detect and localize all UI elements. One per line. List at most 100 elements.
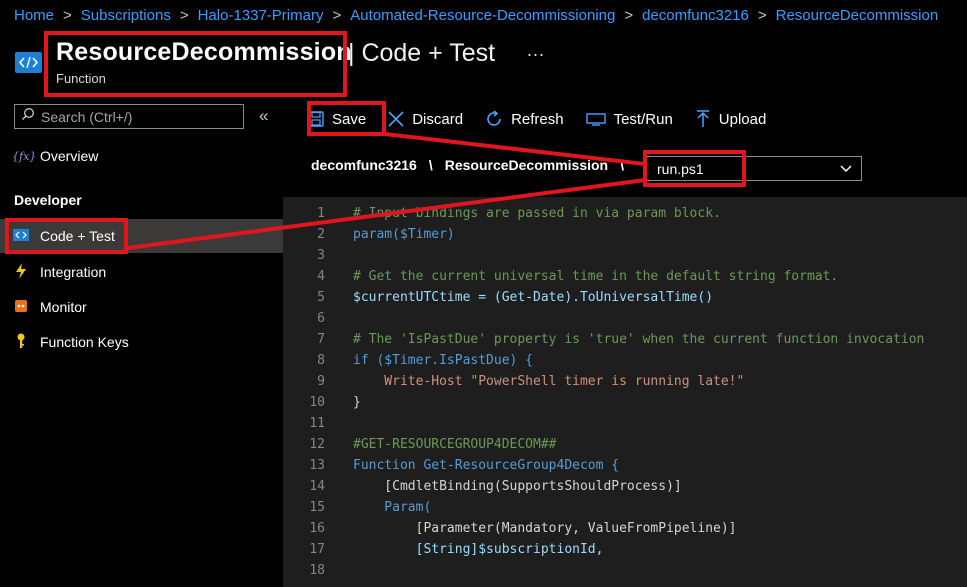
code-text: [CmdletBinding(SupportsShouldProcess)]: [353, 479, 682, 494]
discard-button[interactable]: Discard: [388, 111, 463, 128]
page-title: ResourceDecommission: [56, 38, 352, 66]
path-separator: \: [428, 157, 433, 173]
test-run-label: Test/Run: [613, 110, 673, 128]
line-number: 5: [317, 290, 325, 305]
refresh-button[interactable]: Refresh: [485, 110, 564, 128]
line-number: 17: [309, 542, 325, 557]
code-line: 14 [CmdletBinding(SupportsShouldProcess)…: [283, 476, 967, 497]
test-run-button[interactable]: Test/Run: [585, 110, 673, 128]
search-input[interactable]: [35, 108, 231, 125]
code-text: # Input bindings are passed in via param…: [353, 206, 721, 221]
code-text: [Parameter(Mandatory, ValueFromPipeline)…: [353, 521, 737, 536]
breadcrumb-separator: >: [63, 7, 72, 24]
line-number: 8: [317, 353, 325, 368]
code-text: param($Timer): [353, 227, 455, 242]
function-fx-icon: {fx}: [12, 149, 37, 163]
breadcrumb-resource-group[interactable]: Automated-Resource-Decommissioning: [350, 7, 615, 24]
close-icon: [388, 111, 404, 127]
line-number: 16: [309, 521, 325, 536]
line-number: 2: [317, 227, 325, 242]
file-path: decomfunc3216 \ ResourceDecommission \: [311, 157, 636, 173]
code-editor[interactable]: 1 # Input bindings are passed in via para…: [283, 197, 967, 587]
collapse-sidebar-button[interactable]: «: [259, 106, 268, 126]
code-line: 3: [283, 245, 967, 266]
key-icon: [12, 333, 30, 352]
code-text: }: [353, 395, 361, 410]
upload-button[interactable]: Upload: [695, 110, 767, 128]
page-subtitle: Function: [56, 71, 106, 86]
code-text: # The 'IsPastDue' property is 'true' whe…: [353, 332, 925, 347]
file-dropdown-value: run.ps1: [657, 160, 704, 177]
sidebar-section-developer: Developer: [14, 192, 82, 208]
code-text: Param(: [353, 500, 432, 515]
search-icon: [21, 107, 35, 126]
code-line: 18: [283, 560, 967, 581]
code-line: 6: [283, 308, 967, 329]
breadcrumb-subscription[interactable]: Halo-1337-Primary: [198, 7, 324, 24]
code-line: 1 # Input bindings are passed in via para…: [283, 203, 967, 224]
breadcrumb-function[interactable]: ResourceDecommission: [776, 7, 939, 24]
sidebar-item-overview[interactable]: {fx} Overview: [0, 139, 283, 173]
sidebar-item-code-test[interactable]: Code + Test: [0, 219, 283, 253]
breadcrumb-separator: >: [624, 7, 634, 24]
sidebar-item-monitor[interactable]: Monitor: [0, 290, 283, 324]
code-line: 10}: [283, 392, 967, 413]
page-title-suffix: | Code + Test: [348, 39, 496, 67]
code-text: Function Get-ResourceGroup4Decom {: [353, 458, 620, 473]
sidebar-item-label: Monitor: [40, 299, 87, 315]
code-line: 15 Param(: [283, 497, 967, 518]
sidebar-item-label: Code + Test: [40, 228, 115, 244]
code-line: 17 [String]$subscriptionId,: [283, 539, 967, 560]
sidebar-item-label: Overview: [40, 148, 99, 164]
code-text: [String]$subscriptionId,: [353, 542, 604, 557]
lightning-icon: [12, 262, 30, 282]
code-line: 16 [Parameter(Mandatory, ValueFromPipeli…: [283, 518, 967, 539]
sidebar-item-function-keys[interactable]: Function Keys: [0, 325, 283, 359]
upload-icon: [695, 110, 711, 128]
path-function: ResourceDecommission: [444, 157, 609, 173]
sidebar-item-integration[interactable]: Integration: [0, 255, 283, 289]
breadcrumb: Home > Subscriptions > Halo-1337-Primary > Aut…: [14, 7, 938, 24]
line-number: 7: [317, 332, 325, 347]
line-number: 9: [317, 374, 325, 389]
breadcrumb-separator: >: [179, 7, 189, 24]
more-options-button[interactable]: ...: [527, 40, 545, 61]
test-run-icon: [585, 112, 606, 126]
file-dropdown[interactable]: run.ps1: [645, 156, 862, 181]
toolbar: Save Discard Refresh Test/Run Upload: [308, 104, 788, 134]
breadcrumb-subscriptions[interactable]: Subscriptions: [81, 7, 171, 24]
line-number: 15: [309, 500, 325, 515]
breadcrumb-separator: >: [757, 7, 767, 24]
code-line: 7 # The 'IsPastDue' property is 'true' wh…: [283, 329, 967, 350]
line-number: 10: [309, 395, 325, 410]
code-line: 5 $currentUTCtime = (Get-Date).ToUniversa…: [283, 287, 967, 308]
code-line: 2 param($Timer): [283, 224, 967, 245]
code-text: if ($Timer.IsPastDue) {: [353, 353, 534, 368]
line-number: 18: [309, 563, 325, 578]
function-code-icon: [15, 52, 42, 73]
code-line: 8 if ($Timer.IsPastDue) {: [283, 350, 967, 371]
code-line: 4 # Get the current universal time in the…: [283, 266, 967, 287]
breadcrumb-function-app[interactable]: decomfunc3216: [642, 7, 749, 24]
code-text: $currentUTCtime = (Get-Date).ToUniversal…: [353, 290, 714, 305]
sidebar-item-label: Integration: [40, 264, 107, 280]
line-number: 14: [309, 479, 325, 494]
code-line: 12 #GET-RESOURCEGROUP4DECOM##: [283, 434, 967, 455]
chevron-down-icon: [839, 161, 853, 178]
breadcrumb-separator: >: [332, 7, 342, 24]
code-line: 11: [283, 413, 967, 434]
line-number: 3: [317, 248, 325, 263]
breadcrumb-home[interactable]: Home: [14, 7, 54, 24]
save-label: Save: [332, 110, 367, 128]
code-text: # Get the current universal time in the …: [353, 269, 839, 284]
code-icon: [12, 228, 30, 244]
code-line: 9 Write-Host "PowerShell timer is runnin…: [283, 371, 967, 392]
code-text: Write-Host "PowerShell timer is running …: [353, 374, 745, 389]
save-icon: [308, 111, 324, 127]
search-box[interactable]: [14, 104, 244, 129]
save-button[interactable]: Save: [308, 111, 366, 128]
upload-label: Upload: [718, 110, 767, 128]
line-number: 12: [309, 437, 325, 452]
sidebar-item-label: Function Keys: [40, 334, 129, 350]
line-number: 11: [309, 416, 325, 431]
